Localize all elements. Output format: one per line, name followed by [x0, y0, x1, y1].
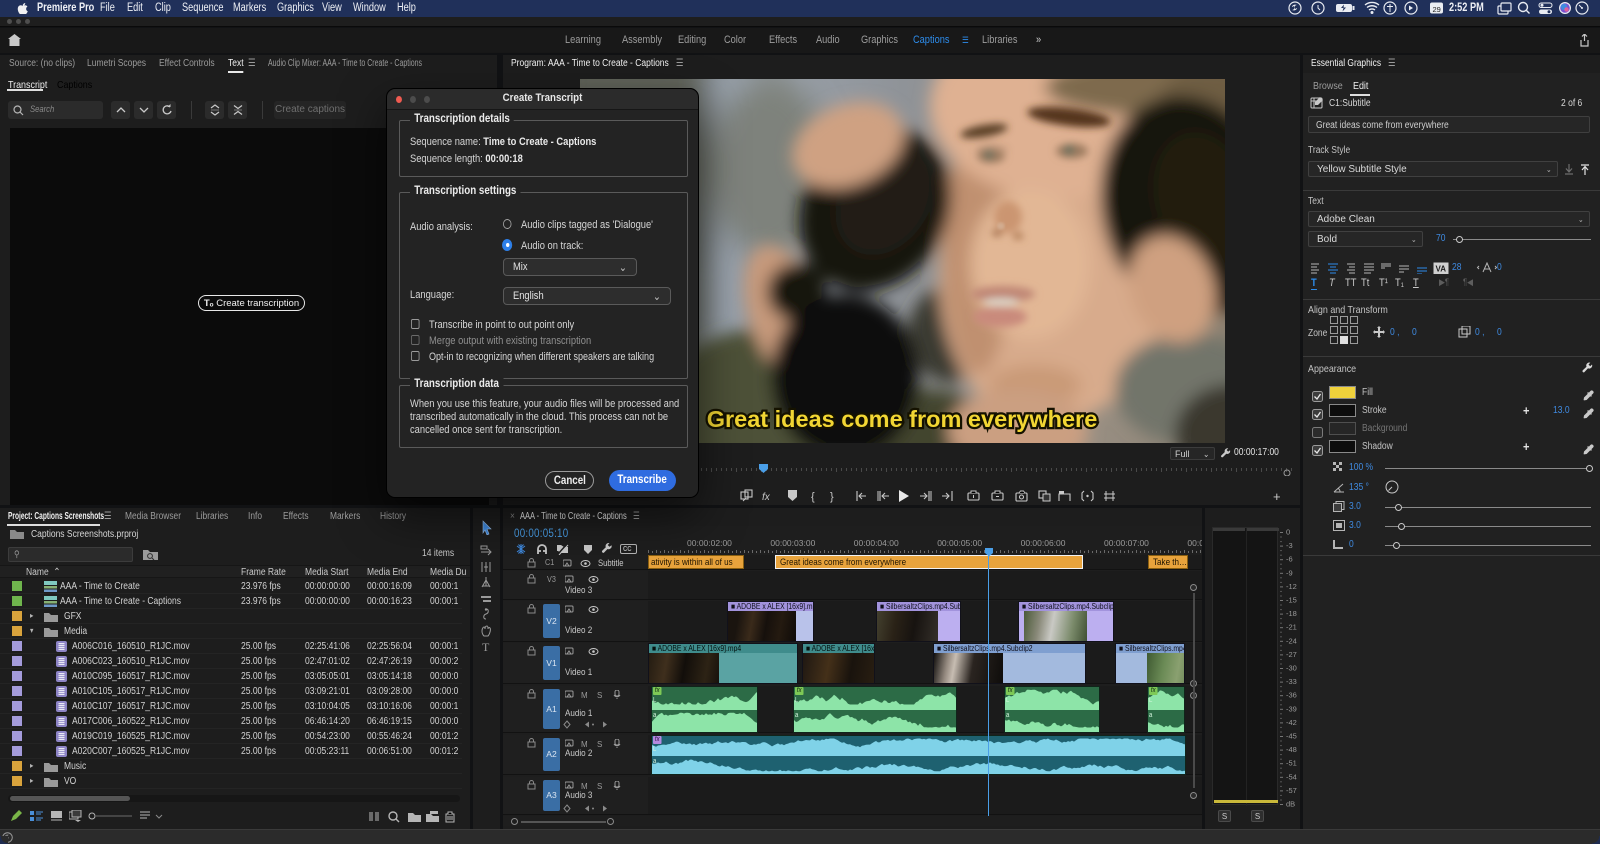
svg-text:00:00:03:00: 00:00:03:00: [770, 538, 815, 548]
svg-text:-39: -39: [1286, 704, 1297, 713]
svg-text:-9: -9: [1286, 568, 1293, 577]
svg-text:0: 0: [1286, 528, 1290, 537]
svg-text:-45: -45: [1286, 732, 1297, 741]
svg-text:M: M: [581, 782, 588, 790]
svg-text:00:00:08:00: 00:00:08:00: [1187, 538, 1202, 548]
svg-text:-57: -57: [1286, 786, 1297, 795]
svg-text:-3: -3: [1286, 541, 1293, 550]
svg-text:-36: -36: [1286, 691, 1297, 700]
svg-text:-15: -15: [1286, 596, 1297, 605]
svg-text:S: S: [597, 740, 602, 748]
svg-text:S: S: [597, 782, 602, 790]
svg-text:S: S: [597, 691, 602, 699]
svg-text:Great ideas come from everywhe: Great ideas come from everywhere: [707, 406, 1098, 432]
svg-text:00:00:05:00: 00:00:05:00: [937, 538, 982, 548]
svg-text:T: T: [482, 640, 490, 654]
svg-text:dB: dB: [1286, 800, 1295, 809]
svg-text:fx: fx: [762, 492, 771, 503]
svg-text:-33: -33: [1286, 677, 1297, 686]
svg-text:00:00:02:00: 00:00:02:00: [687, 538, 732, 548]
svg-text:M: M: [581, 691, 588, 699]
svg-text:}: }: [830, 491, 834, 503]
svg-text:-24: -24: [1286, 636, 1297, 645]
svg-text:-48: -48: [1286, 745, 1297, 754]
svg-text:-12: -12: [1286, 582, 1297, 591]
svg-text:-18: -18: [1286, 609, 1297, 618]
svg-text:-27: -27: [1286, 650, 1297, 659]
svg-text:-42: -42: [1286, 718, 1297, 727]
svg-text:M: M: [581, 740, 588, 748]
svg-text:00:00:04:00: 00:00:04:00: [854, 538, 899, 548]
svg-text:+: +: [1273, 489, 1281, 504]
svg-text:-30: -30: [1286, 664, 1297, 673]
svg-text:-51: -51: [1286, 759, 1297, 768]
svg-text:00:00:06:00: 00:00:06:00: [1021, 538, 1066, 548]
svg-text:{: {: [811, 491, 815, 503]
svg-text:VA: VA: [1436, 265, 1447, 274]
svg-text:-21: -21: [1286, 623, 1297, 632]
svg-text:29: 29: [1433, 5, 1441, 14]
svg-text:-6: -6: [1286, 555, 1293, 564]
svg-text:-54: -54: [1286, 772, 1297, 781]
svg-text:00:00:07:00: 00:00:07:00: [1104, 538, 1149, 548]
